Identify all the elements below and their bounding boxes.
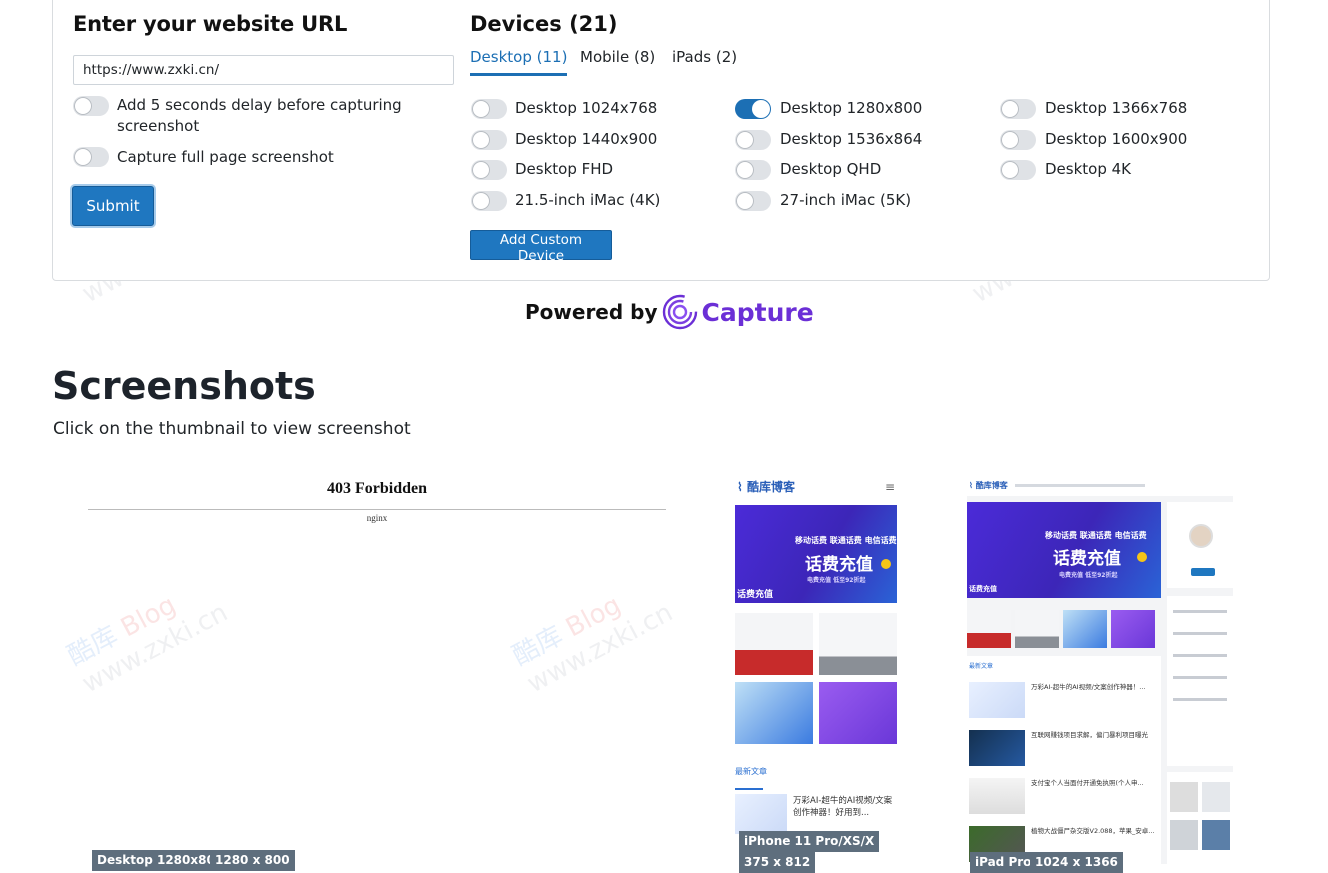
forbidden-heading: 403 Forbidden — [326, 480, 427, 497]
powered-prefix: Powered by — [525, 300, 658, 324]
url-section-title: Enter your website URL — [73, 12, 348, 36]
devices-title: Devices (21) — [470, 12, 618, 36]
site-logo: ⌇ 酷库博客 — [969, 481, 1008, 490]
device-label: 27-inch iMac (5K) — [780, 191, 912, 209]
device-label: Desktop 1366x768 — [1045, 99, 1188, 117]
capture-rings-icon — [662, 294, 697, 330]
device-badge: Desktop 1280x800 — [92, 850, 229, 871]
device-label: Desktop 1536x864 — [780, 130, 923, 148]
size-badge: 1024 x 1366 — [1030, 852, 1123, 873]
full-page-label: Capture full page screenshot — [117, 148, 334, 166]
submit-button[interactable]: Submit — [72, 186, 154, 226]
device-toggle[interactable] — [735, 130, 771, 150]
menu-icon: ≡ — [885, 480, 896, 494]
device-label: Desktop 1280x800 — [780, 99, 923, 117]
server-name: nginx — [366, 513, 388, 523]
device-label: Desktop FHD — [515, 160, 614, 178]
device-toggle[interactable] — [1000, 99, 1036, 119]
screenshot-thumbnail-mobile[interactable]: ⌇ 酷库博客 ≡ 移动话费 联通话费 电信话费 话费充值 电费充值 低至92折起… — [735, 476, 897, 864]
delay-toggle[interactable] — [73, 96, 109, 116]
device-toggle[interactable] — [471, 191, 507, 211]
screenshot-thumbnail-desktop[interactable]: 403 Forbidden nginx — [88, 470, 666, 864]
device-badge: iPad Pro — [970, 852, 1037, 873]
device-toggle[interactable] — [735, 160, 771, 180]
device-label: Desktop 4K — [1045, 160, 1132, 178]
device-toggle[interactable] — [471, 130, 507, 150]
size-badge: 375 x 812 — [739, 852, 816, 873]
tab-desktop[interactable]: Desktop (11) — [470, 48, 568, 76]
device-toggle[interactable] — [735, 191, 771, 211]
avatar — [1189, 524, 1213, 548]
size-badge: 1280 x 800 — [210, 850, 295, 871]
banner: 移动话费 联通话费 电信话费 话费充值 电费充值 低至92折起 话费充值 — [967, 502, 1161, 598]
banner: 移动话费 联通话费 电信话费 话费充值 电费充值 低至92折起 话费充值 — [735, 505, 897, 603]
device-label: Desktop 1024x768 — [515, 99, 658, 117]
capture-brand-link[interactable]: Capture — [702, 298, 814, 327]
device-label: 21.5-inch iMac (4K) — [515, 191, 661, 209]
device-toggle[interactable] — [1000, 160, 1036, 180]
device-badge: iPhone 11 Pro/XS/X — [739, 831, 880, 852]
divider — [88, 509, 666, 510]
tab-mobile[interactable]: Mobile (8) — [580, 48, 655, 73]
powered-by: Powered by Capture — [525, 294, 814, 330]
device-label: Desktop 1440x900 — [515, 130, 658, 148]
site-logo: ⌇ 酷库博客 — [737, 480, 796, 494]
device-toggle[interactable] — [471, 99, 507, 119]
device-label: Desktop QHD — [780, 160, 882, 178]
device-toggle[interactable] — [1000, 130, 1036, 150]
tab-ipads[interactable]: iPads (2) — [672, 48, 737, 73]
screenshot-thumbnail-ipad[interactable]: ⌇ 酷库博客 移动话费 联通话费 电信话费 话费充值 电费充值 低至92折起 话… — [967, 476, 1233, 864]
delay-label: Add 5 seconds delay before capturing scr… — [117, 96, 402, 135]
url-input[interactable] — [73, 55, 454, 85]
device-toggle[interactable] — [471, 160, 507, 180]
add-custom-device-button[interactable]: Add Custom Device — [470, 230, 612, 264]
screenshots-subtitle: Click on the thumbnail to view screensho… — [53, 419, 411, 439]
full-page-toggle[interactable] — [73, 147, 109, 167]
device-label: Desktop 1600x900 — [1045, 130, 1188, 148]
screenshots-title: Screenshots — [52, 364, 316, 408]
device-toggle[interactable] — [735, 99, 771, 119]
